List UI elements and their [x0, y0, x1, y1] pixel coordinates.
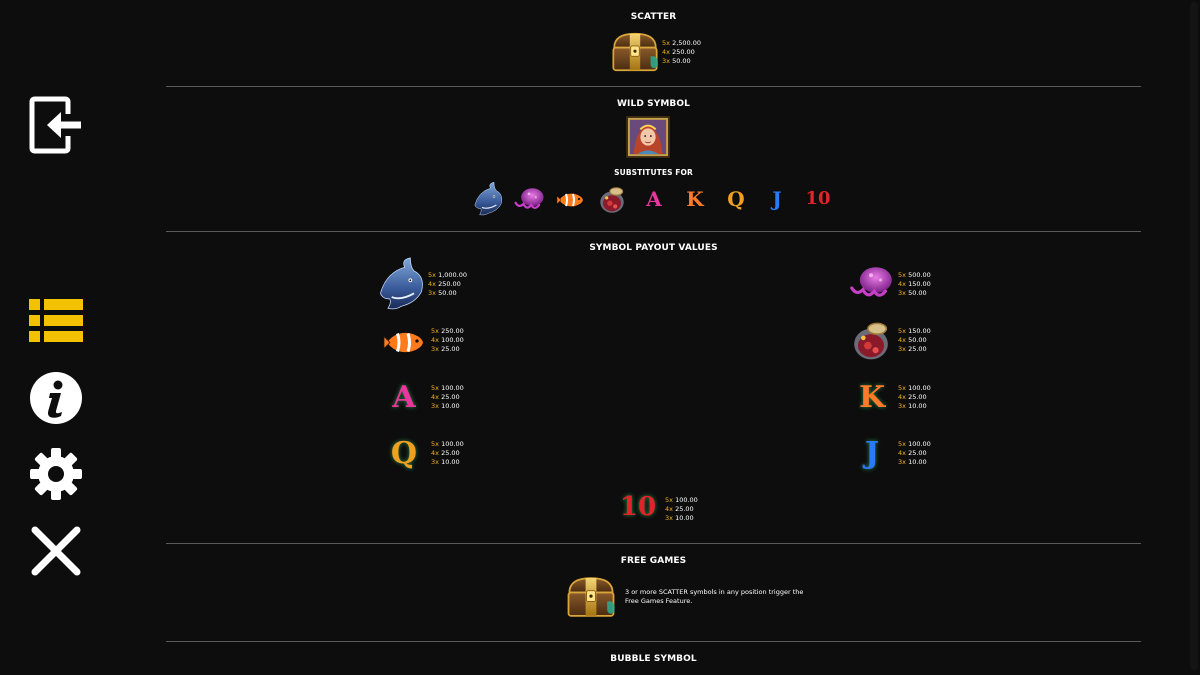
exit-button[interactable] — [28, 96, 84, 154]
sidebar — [0, 0, 112, 675]
k-payouts: 5x 100.00 4x 25.00 3x 10.00 — [898, 384, 931, 410]
info-button[interactable] — [28, 370, 84, 426]
clownfish-payouts: 5x 250.00 4x 100.00 3x 25.00 — [431, 327, 464, 353]
divider — [166, 86, 1141, 87]
bubble-symbol-title: BUBBLE SYMBOL — [610, 654, 697, 664]
sub-q-symbol: Q — [727, 187, 745, 211]
payout-values-title: SYMBOL PAYOUT VALUES — [589, 243, 718, 253]
sub-k-symbol: K — [686, 187, 704, 211]
scrollbar-thumb[interactable] — [1190, 2, 1198, 670]
a-payouts: 5x 100.00 4x 25.00 3x 10.00 — [431, 384, 464, 410]
j-payouts: 5x 100.00 4x 25.00 3x 10.00 — [898, 440, 931, 466]
scatter-title: SCATTER — [630, 12, 677, 22]
k-symbol: K — [858, 380, 886, 415]
sub-clownfish-symbol — [556, 189, 586, 209]
substitutes-title: SUBSTITUTES FOR — [614, 168, 693, 177]
a-symbol: A — [392, 380, 416, 415]
close-button[interactable] — [28, 523, 84, 579]
10-payouts: 5x 100.00 4x 25.00 3x 10.00 — [665, 496, 698, 522]
payout-row: 4x 250.00 — [662, 48, 695, 56]
exit-icon — [29, 96, 81, 154]
paytable-menu-icon — [29, 299, 83, 342]
info-icon — [30, 372, 82, 424]
free-games-chest-symbol — [564, 572, 618, 622]
shark-payouts: 5x 1,000.00 4x 250.00 3x 50.00 — [428, 271, 468, 297]
free-games-description: 3 or more SCATTER symbols in any positio… — [625, 588, 804, 605]
divider — [166, 641, 1141, 642]
sub-a-symbol: A — [646, 187, 662, 211]
jellyfish-payouts: 5x 500.00 4x 150.00 3x 50.00 — [898, 271, 931, 297]
scrollbar[interactable] — [1190, 2, 1198, 672]
divider — [166, 543, 1141, 544]
j-symbol: J — [864, 436, 880, 471]
sub-10-symbol: 10 — [805, 188, 831, 209]
10-symbol: 10 — [619, 492, 657, 522]
shark-symbol — [373, 255, 429, 313]
q-symbol: Q — [390, 436, 418, 471]
close-icon — [31, 526, 81, 576]
clownfish-symbol — [382, 326, 428, 356]
paytable-content: SCATTER 5x 2,500.00 4x 250.00 3x 50.00 W… — [166, 0, 1141, 675]
paytable-button[interactable] — [28, 293, 84, 349]
jellyfish-symbol — [846, 264, 896, 304]
payout-row: 3x 50.00 — [662, 57, 691, 65]
free-games-title: FREE GAMES — [620, 556, 687, 566]
settings-gear-icon — [30, 448, 82, 500]
sub-treasure-pot-symbol — [596, 184, 628, 216]
sub-j-symbol: J — [772, 187, 782, 211]
treasure-pot-payouts: 5x 150.00 4x 50.00 3x 25.00 — [898, 327, 931, 353]
divider — [166, 231, 1141, 232]
sub-jellyfish-symbol — [512, 186, 546, 214]
wild-mermaid-symbol — [625, 116, 671, 158]
treasure-pot-symbol — [848, 318, 894, 364]
q-payouts: 5x 100.00 4x 25.00 3x 10.00 — [431, 440, 464, 466]
payout-row: 5x 2,500.00 — [662, 39, 702, 47]
settings-button[interactable] — [28, 446, 84, 502]
sub-shark-symbol — [470, 181, 506, 217]
scatter-payouts: 5x 2,500.00 4x 250.00 3x 50.00 — [662, 39, 701, 66]
scatter-chest-symbol — [609, 28, 661, 76]
wild-title: WILD SYMBOL — [617, 99, 690, 109]
